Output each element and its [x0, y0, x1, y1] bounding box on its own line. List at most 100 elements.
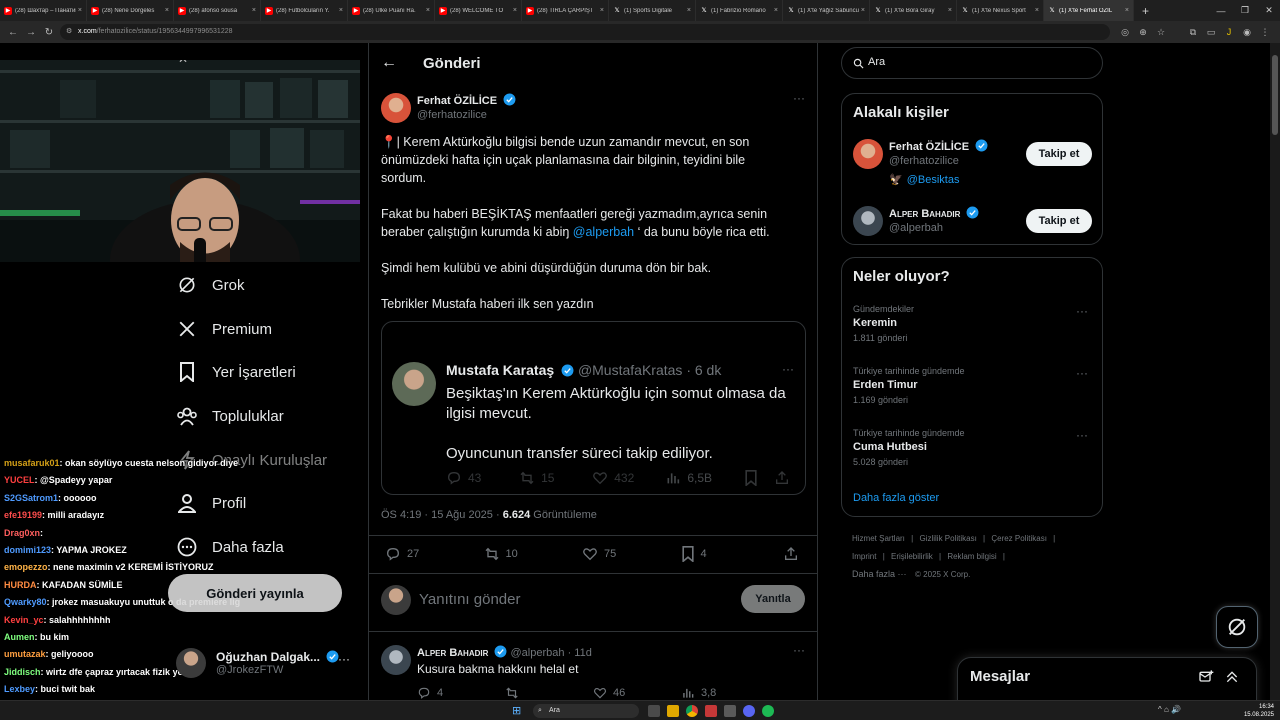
chat-username[interactable]: S2GSatrom1 — [4, 493, 58, 503]
reply-input[interactable]: Yanıtını gönder — [419, 591, 520, 608]
author-handle[interactable]: @ferhatozilice — [417, 109, 487, 121]
browser-tab[interactable]: 𝕏 (1) Fabrizio Romano × — [696, 0, 783, 21]
chrome-icon[interactable] — [686, 705, 698, 717]
bio-link[interactable]: @Besiktas — [907, 174, 960, 186]
quote-reply-button[interactable]: 43 — [446, 470, 519, 486]
account-switcher[interactable]: Oğuzhan Dalgak... @JrokezFTW ··· — [176, 646, 356, 680]
footer-more-link[interactable]: Daha fazla ··· — [852, 569, 907, 579]
mention-link[interactable]: @alperbah — [573, 225, 634, 239]
spotify-icon[interactable] — [762, 705, 774, 717]
quote-author-handle[interactable]: @MustafaKratas — [578, 362, 682, 378]
taskbar-search[interactable]: ⌕ Ara — [533, 704, 639, 718]
person-avatar[interactable] — [853, 139, 883, 169]
reply-author-name[interactable]: Alper Bahadır — [417, 647, 488, 659]
quote-more-icon[interactable]: ··· — [782, 362, 794, 376]
browser-tab[interactable]: 𝕏 (1) X'te Ferhat ÖZİL × — [1044, 0, 1134, 21]
footer-link[interactable]: Imprint — [852, 552, 876, 561]
reply-button[interactable]: 27 — [385, 546, 484, 562]
zoom-icon[interactable]: ⊕ — [1136, 25, 1150, 39]
browser-tab[interactable]: ▶ (28) afonso sousa × — [174, 0, 261, 21]
close-tab-icon[interactable]: × — [513, 7, 517, 14]
quote-author-name[interactable]: Mustafa Karataş — [446, 362, 554, 378]
menu-icon[interactable]: ⋮ — [1258, 25, 1272, 39]
file-explorer-icon[interactable] — [667, 705, 679, 717]
trend-item[interactable]: Türkiye tarihinde gündemde Erden Timur 1… — [853, 366, 1093, 405]
browser-tab[interactable]: ▶ (28) Nene Dorgeles × — [87, 0, 174, 21]
close-tab-icon[interactable]: × — [600, 7, 604, 14]
bookmark-star-icon[interactable]: ☆ — [1154, 25, 1168, 39]
browser-tab[interactable]: 𝕏 (1) X'te Yağız Sabuncu × — [783, 0, 870, 21]
follow-button[interactable]: Takip et — [1026, 209, 1092, 233]
search-box[interactable]: Ara — [841, 47, 1103, 79]
reply-author-handle[interactable]: @alperbah — [511, 647, 565, 659]
chat-username[interactable]: YUCEL — [4, 475, 35, 485]
forward-icon[interactable]: → — [22, 27, 40, 38]
trend-more-icon[interactable]: ··· — [1076, 366, 1088, 380]
app-icon[interactable] — [705, 705, 717, 717]
close-tab-icon[interactable]: × — [948, 7, 952, 14]
grok-fab-button[interactable] — [1216, 606, 1258, 648]
person-name-row[interactable]: Alper Bahadır — [889, 206, 979, 220]
close-tab-icon[interactable]: × — [1125, 7, 1129, 14]
chat-username[interactable]: Lexbey — [4, 684, 35, 694]
chat-username[interactable]: Qwarky80 — [4, 597, 47, 607]
show-more-link[interactable]: Daha fazla göster — [853, 492, 939, 504]
app-icon[interactable] — [724, 705, 736, 717]
nav-item-grok[interactable]: Grok — [176, 274, 245, 296]
chat-username[interactable]: emopezzo — [4, 562, 48, 572]
person-avatar[interactable] — [853, 206, 883, 236]
reply-author-avatar[interactable] — [381, 645, 411, 675]
author-name-row[interactable]: Ferhat ÖZİLİCE — [417, 93, 516, 107]
browser-tab[interactable]: ▶ (28) Futbolcuların Y. × — [261, 0, 348, 21]
page-scrollbar[interactable] — [1270, 43, 1280, 720]
browser-tab[interactable]: 𝕏 (1) X'te Bora Giray × — [870, 0, 957, 21]
sidebar-icon[interactable]: ▭ — [1204, 25, 1218, 39]
nav-item-bookmarks[interactable]: Yer İşaretleri — [176, 361, 296, 383]
reply-like-button[interactable]: 46 — [593, 686, 681, 700]
close-tab-icon[interactable]: × — [687, 7, 691, 14]
close-tab-icon[interactable]: × — [861, 7, 865, 14]
search-input[interactable]: Ara — [868, 56, 885, 68]
quote-bookmark-button[interactable] — [744, 470, 774, 486]
post-button[interactable]: Gönderi yayınla — [168, 574, 342, 612]
reply-more-icon[interactable]: ··· — [793, 643, 805, 657]
nav-item-communities[interactable]: Topluluklar — [176, 405, 284, 427]
quote-repost-button[interactable]: 15 — [519, 470, 592, 486]
close-tab-icon[interactable]: × — [165, 7, 169, 14]
trend-item[interactable]: Gündemdekiler Keremin 1.811 gönderi — [853, 304, 1093, 343]
browser-tab[interactable]: 𝕏 (1) Sports Digitale × — [609, 0, 696, 21]
extension-j-icon[interactable]: J — [1222, 25, 1236, 39]
chat-username[interactable]: musafaruk01 — [4, 458, 60, 468]
new-message-icon[interactable] — [1198, 669, 1214, 685]
system-tray-icons[interactable]: ^ ⌂ 🔊 — [1158, 705, 1181, 714]
nav-item-premium[interactable]: Premium — [176, 318, 272, 340]
browser-tab[interactable]: ▶ (28) WELCOME TO × — [435, 0, 522, 21]
chat-username[interactable]: umutazak — [4, 649, 46, 659]
browser-tab[interactable]: ▶(28) Шахтар – Панатинаикос× — [0, 0, 87, 21]
expand-chevron-icon[interactable] — [1224, 669, 1240, 685]
close-tab-icon[interactable]: × — [252, 7, 256, 14]
reload-icon[interactable]: ↻ — [40, 27, 58, 38]
post-timestamp[interactable]: ÖS 4:19 · 15 Ağu 2025 · — [381, 509, 503, 521]
account-more-icon[interactable]: ··· — [338, 652, 350, 666]
quote-views-button[interactable]: 6,5B — [665, 470, 744, 486]
bookmark-button[interactable]: 4 — [681, 546, 783, 562]
like-button[interactable]: 75 — [582, 546, 681, 562]
quote-author-avatar[interactable] — [392, 362, 436, 406]
trend-more-icon[interactable]: ··· — [1076, 304, 1088, 318]
close-tab-icon[interactable]: × — [774, 7, 778, 14]
reply-repost-button[interactable] — [505, 686, 593, 700]
repost-button[interactable]: 10 — [484, 546, 583, 562]
chat-username[interactable]: domimi123 — [4, 545, 51, 555]
close-tab-icon[interactable]: × — [78, 7, 82, 14]
task-view-icon[interactable] — [648, 705, 660, 717]
share-button[interactable] — [783, 546, 805, 562]
quote-like-button[interactable]: 432 — [592, 470, 665, 486]
url-bar[interactable]: ⚙ x.com/ferhatozilice/status/19563449979… — [60, 24, 1110, 40]
start-menu-icon[interactable]: ⊞ — [512, 704, 521, 717]
reply-reply-button[interactable]: 4 — [417, 686, 505, 700]
extensions-icon[interactable]: ⧉ — [1186, 25, 1200, 39]
close-tab-icon[interactable]: × — [339, 7, 343, 14]
chat-username[interactable]: Kevin_yc — [4, 615, 44, 625]
footer-link[interactable]: Gizlilik Politikası — [919, 534, 976, 543]
